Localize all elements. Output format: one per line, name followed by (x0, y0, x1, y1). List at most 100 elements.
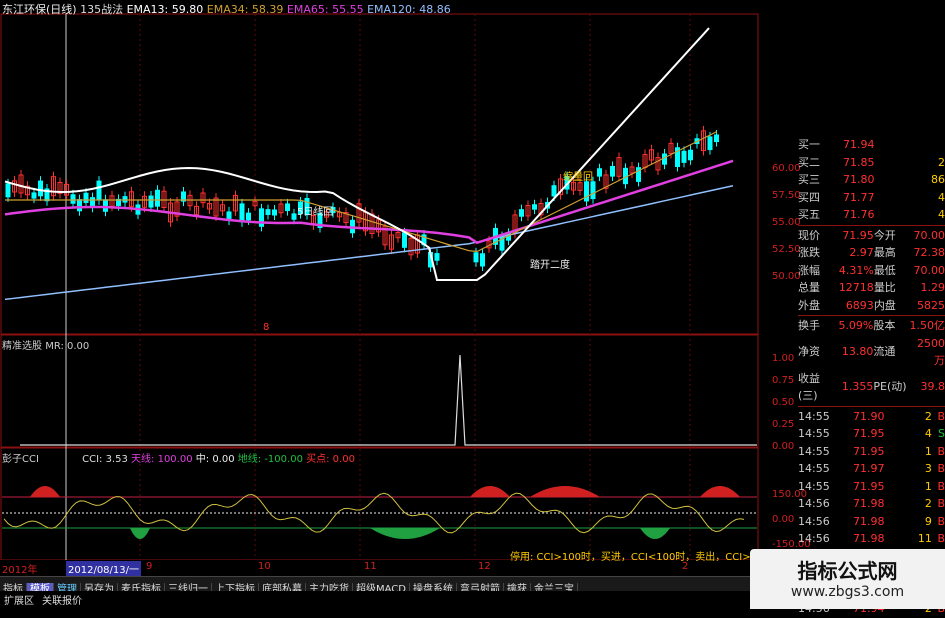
bid-label: 买一 (798, 138, 820, 151)
info-cell: 收益(三) (798, 371, 820, 403)
candle-body (285, 203, 290, 212)
candle-body (707, 136, 713, 151)
mr-tick: 0.50 (772, 397, 795, 408)
candle-body (714, 134, 719, 143)
info-cell: 净资 (798, 345, 820, 359)
tab-capture[interactable]: 擒获 (504, 583, 531, 591)
tick-cell: B (937, 479, 945, 493)
date-axis: 2012年 2012/08/13/一 9 10 11 12 2 (0, 561, 760, 576)
tick-cell: 14:55 (798, 444, 830, 458)
tick-cell: 71.95 (852, 427, 885, 440)
indicator-tab-bar: 指标 模板 管理 另存为 麦氏指标 三线归一 上下指标 底部私募 主力吃货 超级MACD 操盘系统弯… (0, 576, 760, 591)
bid-price: 71.94 (843, 138, 875, 151)
candle-body (122, 196, 128, 203)
tick-cell: 14:56 (798, 514, 830, 528)
bid-row[interactable]: 买一 71.94 (798, 136, 945, 154)
candle-body (5, 183, 11, 198)
candle-body (532, 204, 537, 210)
stock-title[interactable]: 东江环保(日线) (2, 3, 77, 16)
tab-bow[interactable]: 弯弓射箭 (457, 583, 504, 591)
bid-price: 71.85 (843, 155, 875, 169)
stats-cell: 5825 (917, 298, 945, 312)
bid-row[interactable]: 买二 71.85 2 (798, 154, 945, 172)
tick-row: 14:56 71.98 2 B (798, 495, 945, 513)
bid-row[interactable]: 买三 71.80 86 (798, 171, 945, 189)
tab-related-quote[interactable]: 关联报价 (38, 596, 86, 607)
stats-row: 总量 12718 量比 1.29 (798, 279, 945, 297)
candle-body (597, 168, 602, 177)
cci-title: 彭子CCI (2, 454, 39, 465)
stats-cell: 12718 (838, 281, 874, 294)
info-cell: 股本 (873, 319, 896, 332)
cci-fill (130, 528, 150, 539)
tick-row: 14:55 71.95 1 B (798, 478, 945, 496)
mr-tick: 0.25 (772, 419, 795, 430)
info-cell: 2500万 (917, 336, 945, 368)
stats-cell: 涨幅 (798, 263, 820, 277)
tab-macd[interactable]: 超级MACD (353, 583, 410, 591)
tick-row: 14:55 71.95 4 S (798, 425, 945, 443)
cci-fill (700, 486, 740, 497)
bid-label: 买二 (798, 155, 820, 169)
tick-row: 14:56 71.98 11 B (798, 530, 945, 548)
stats-row: 涨跌 2.97 最高 72.38 (798, 244, 945, 262)
ema120-label: EMA120: 48.86 (367, 3, 451, 16)
tick-cell: B (937, 462, 945, 475)
info-row: 收益(三) 1.355 PE(动) 39.8 (798, 370, 945, 405)
tab-mai[interactable]: 麦氏指标 (118, 583, 165, 591)
tab-main-force[interactable]: 主力吃货 (306, 583, 353, 591)
bid-volume: 86 (931, 173, 945, 186)
watermark: 指标公式网 www.zbgs3.com (750, 549, 945, 609)
candle-body (681, 150, 687, 163)
annotation-3: 踏开二度 (530, 260, 570, 271)
ema-lines (4, 27, 734, 301)
stats-cell: 现价 (798, 228, 820, 242)
candle-body (473, 252, 479, 263)
tab-three-lines[interactable]: 三线归一 (165, 583, 212, 591)
tab-save-as[interactable]: 另存为 (81, 583, 118, 591)
candle-body (272, 209, 277, 216)
mr-header: 精准选股 MR: 0.00 (2, 337, 89, 352)
candle-body (246, 212, 251, 221)
bid-volume (914, 136, 945, 154)
bid-volume: 2 (938, 155, 945, 169)
tick-cell: 2 (924, 497, 932, 510)
tick-cell: 11 (917, 532, 932, 545)
bottom-tab-bar: 扩展区 关联报价 (0, 592, 86, 608)
candle-body (610, 165, 615, 177)
stats-cell: 4.31% (838, 263, 874, 277)
stats-cell: 1.29 (920, 281, 945, 294)
tab-indicator[interactable]: 指标 (0, 583, 27, 591)
date-month: 11 (364, 561, 377, 572)
candle-body (155, 189, 160, 207)
tab-manage[interactable]: 管理 (54, 583, 81, 591)
tab-bottom[interactable]: 底部私募 (259, 583, 306, 591)
stats-row: 外盘 6893 内盘 5825 (798, 297, 945, 315)
tab-jinlan[interactable]: 金兰三宝 (531, 583, 578, 591)
bid-price: 71.77 (843, 190, 875, 204)
stats-cell: 71.95 (842, 228, 874, 242)
info-cell: 1.50亿 (909, 319, 945, 332)
bid-price: 71.76 (843, 208, 875, 221)
chart-area[interactable] (0, 0, 760, 560)
tab-template[interactable]: 模板 (27, 583, 54, 591)
ema65-label: EMA65: 55.55 (286, 3, 364, 16)
tab-system[interactable]: 操盘系统 (410, 583, 457, 591)
stats-cell: 内盘 (873, 298, 896, 312)
mr-tick: 1.00 (772, 353, 795, 364)
cci-value: CCI: 3.53 (82, 454, 128, 465)
candle-body (402, 232, 407, 248)
price-tick: 55.00 (772, 217, 801, 228)
bid-row[interactable]: 买四 71.77 4 (798, 189, 945, 207)
price-tick: 60.00 (772, 163, 801, 174)
tick-cell: 71.90 (852, 409, 885, 423)
cci-sky: 天线: 100.00 (131, 454, 193, 465)
tab-updown[interactable]: 上下指标 (212, 583, 259, 591)
tick-cell: 71.95 (852, 444, 885, 458)
info-row: 换手 5.09% 股本 1.50亿 (798, 317, 945, 335)
tick-cell: 14:55 (798, 462, 830, 475)
cci-fill (30, 486, 60, 497)
tab-extend[interactable]: 扩展区 (0, 596, 38, 607)
date-year: 2012年 (2, 565, 38, 576)
bid-row[interactable]: 买五 71.76 4 (798, 206, 945, 224)
